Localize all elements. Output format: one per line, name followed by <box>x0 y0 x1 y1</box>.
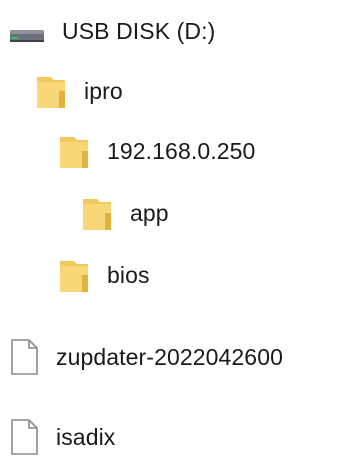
folder-label-192-168-0-250: 192.168.0.250 <box>107 137 256 164</box>
file-icon <box>8 337 42 377</box>
tree-item-ipro[interactable]: ipro <box>34 64 123 118</box>
folder-label-bios: bios <box>107 261 150 288</box>
file-icon <box>8 417 42 457</box>
folder-icon <box>57 131 93 171</box>
folder-icon <box>80 193 116 233</box>
file-label-isadix: isadix <box>56 423 116 450</box>
tree-item-192-168-0-250[interactable]: 192.168.0.250 <box>57 124 255 178</box>
usb-disk-label: USB DISK (D:) <box>62 17 216 44</box>
tree-item-bios[interactable]: bios <box>57 248 150 302</box>
file-label-zupdater: zupdater-2022042600 <box>56 343 283 370</box>
tree-item-app[interactable]: app <box>80 186 169 240</box>
tree-item-isadix[interactable]: isadix <box>8 410 115 464</box>
folder-icon <box>34 71 70 111</box>
folder-icon <box>57 255 93 295</box>
folder-label-app: app <box>130 199 169 226</box>
usb-drive-icon <box>8 14 48 48</box>
navigation-tree: USB DISK (D:) ipro 192.168.0.250 app bio… <box>0 0 357 469</box>
tree-item-usb-disk[interactable]: USB DISK (D:) <box>8 4 215 58</box>
tree-item-zupdater[interactable]: zupdater-2022042600 <box>8 330 283 384</box>
folder-label-ipro: ipro <box>84 77 123 104</box>
